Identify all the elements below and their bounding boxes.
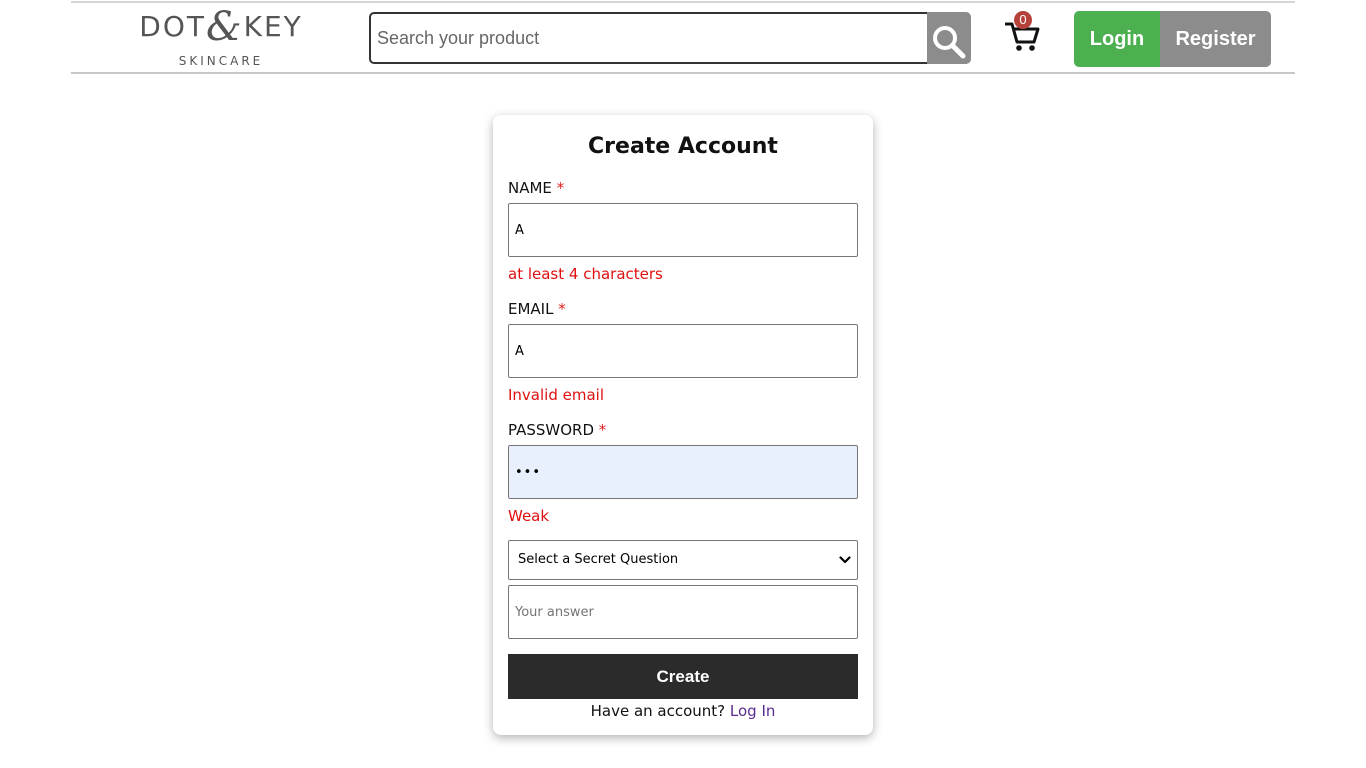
login-prompt: Have an account? Log In <box>493 702 873 720</box>
search-input[interactable] <box>369 12 929 64</box>
logo-word-dot: DOT <box>139 10 206 43</box>
password-strength: Weak <box>508 507 550 525</box>
login-prompt-text: Have an account? <box>590 702 726 720</box>
logo-word-key: KEY <box>243 10 303 43</box>
required-marker: * <box>598 421 607 439</box>
email-label-text: EMAIL <box>508 300 554 318</box>
password-field[interactable] <box>508 445 858 499</box>
required-marker: * <box>558 300 566 318</box>
password-label-text: PASSWORD <box>508 421 595 439</box>
chevron-down-icon <box>839 556 851 564</box>
name-label: NAME * <box>508 179 564 197</box>
name-label-text: NAME <box>508 179 552 197</box>
search-icon <box>933 26 966 59</box>
password-label: PASSWORD * <box>508 421 606 439</box>
secret-question-select[interactable]: Select a Secret Question <box>508 540 858 580</box>
required-marker: * <box>556 179 565 197</box>
search-bar <box>369 12 971 64</box>
login-button[interactable]: Login <box>1074 11 1160 67</box>
create-account-card: Create Account NAME * at least 4 charact… <box>493 115 873 735</box>
secret-answer-field[interactable] <box>508 585 858 639</box>
name-field[interactable] <box>508 203 858 257</box>
name-error: at least 4 characters <box>508 265 663 283</box>
cart-count-badge: 0 <box>1014 11 1032 29</box>
email-label: EMAIL * <box>508 300 566 318</box>
logo-tagline: SKINCARE <box>178 54 264 68</box>
site-header: DOT&KEY SKINCARE 0 Login Register <box>71 1 1295 74</box>
brand-logo[interactable]: DOT&KEY SKINCARE <box>131 7 311 71</box>
login-link[interactable]: Log In <box>730 702 776 720</box>
secret-question-selected: Select a Secret Question <box>518 552 679 567</box>
create-button[interactable]: Create <box>508 654 858 699</box>
logo-ampersand: & <box>205 4 244 50</box>
email-error: Invalid email <box>508 386 604 404</box>
search-button[interactable] <box>927 12 971 64</box>
logo-wordmark: DOT&KEY <box>131 7 311 47</box>
email-field[interactable] <box>508 324 858 378</box>
cart-button[interactable]: 0 <box>1003 11 1043 55</box>
page-title: Create Account <box>588 134 778 159</box>
register-button[interactable]: Register <box>1160 11 1271 67</box>
